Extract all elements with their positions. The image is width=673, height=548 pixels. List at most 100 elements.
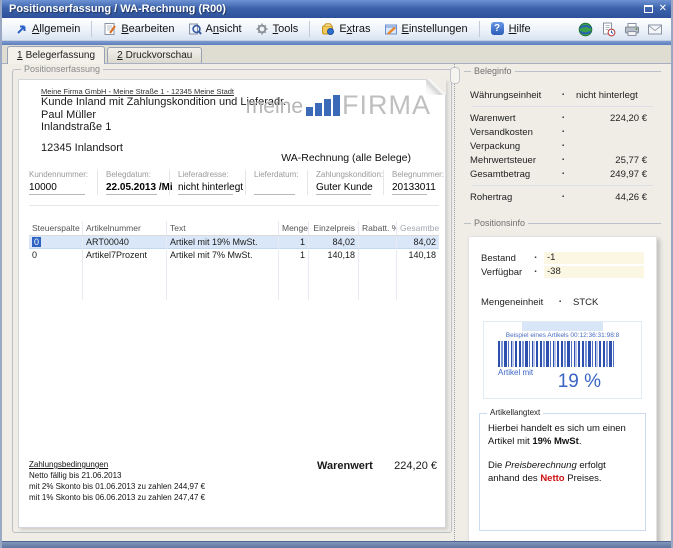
logo-word-meine: meine (246, 98, 303, 117)
payment-line: mit 2% Skonto bis 01.06.2013 zu zahlen 2… (29, 481, 205, 492)
menu-extras[interactable]: Extras (315, 20, 376, 38)
panel-splitter[interactable] (454, 64, 461, 541)
beleginfo-row-versandkosten: Versandkosten ▪ (464, 125, 661, 139)
barcode-header-strip (522, 322, 603, 331)
positionsinfo-row-bestand: Bestand ▪ -1 (469, 251, 656, 265)
positions-table: Steuerspalte Artikelnummer Text Menge Ei… (29, 221, 439, 300)
menu-ansicht[interactable]: Ansicht (182, 20, 248, 38)
recipient-city: 12345 Inlandsort (41, 142, 123, 154)
equals-separator: ▪ (559, 299, 573, 305)
positionsinfo-row-verfuegbar: Verfügbar ▪ -38 (469, 265, 656, 279)
field-lieferdatum: Lieferdatum: (245, 170, 307, 195)
toolbar-separator (479, 21, 480, 37)
recipient-contact: Paul Müller (41, 109, 96, 121)
payment-terms: Zahlungsbedingungen Netto fällig bis 21.… (29, 459, 205, 503)
zahlungskondition-value[interactable]: Guter Kunde (316, 182, 371, 195)
barcode-text-line1: Artikel mit (498, 368, 533, 377)
barcode-text-line2: 19 % (558, 371, 601, 393)
logo-word-firma: FIRMA (342, 94, 431, 117)
lieferadresse-value[interactable]: nicht hinterlegt (178, 182, 233, 195)
notepad-icon (103, 22, 117, 36)
equals-separator: ▪ (562, 115, 576, 121)
artikellangtext-label: Artikellangtext (487, 408, 543, 417)
positionsinfo-caption: Positionsinfo (464, 218, 661, 228)
equals-separator: ▪ (562, 194, 576, 200)
belegdatum-value[interactable]: 22.05.2013 /Mi (106, 182, 157, 195)
logo-barchart-icon (306, 95, 340, 116)
payment-line: mit 1% Skonto bis 06.06.2013 zu zahlen 2… (29, 492, 205, 503)
document-clock-icon[interactable] (600, 21, 617, 37)
kundennummer-value[interactable]: 10000 (29, 182, 85, 195)
printer-icon[interactable] (623, 21, 640, 37)
help-icon: ? (491, 22, 505, 36)
field-belegdatum: Belegdatum: 22.05.2013 /Mi (97, 170, 169, 195)
menu-hilfe[interactable]: ? Hilfe (485, 20, 537, 38)
equals-separator: ▪ (562, 171, 576, 177)
table-empty-grid (29, 262, 439, 300)
beleginfo-row-rohertrag: Rohertrag ▪ 44,26 € (464, 190, 661, 204)
gear-icon (255, 22, 269, 36)
app-window: Positionserfassung / WA-Rechnung (R00) ✕… (0, 0, 673, 548)
beleginfo-row-verpackung: Verpackung ▪ (464, 139, 661, 153)
titlebar: Positionserfassung / WA-Rechnung (R00) ✕ (2, 0, 671, 18)
positionsinfo-card: Bestand ▪ -1 Verfügbar ▪ -38 Mengeneinhe… (468, 236, 657, 541)
artikellangtext-paragraph2: Die Preisberechnung erfolgt anhand des N… (488, 459, 637, 485)
beleginfo-row-gesamtbetrag: Gesamtbetrag ▪ 249,97 € (464, 167, 661, 181)
arrow-up-right-icon (14, 22, 28, 36)
settings-icon (384, 22, 398, 36)
close-icon[interactable]: ✕ (659, 4, 667, 14)
tab-belegerfassung[interactable]: 1 Belegerfassung (7, 46, 105, 64)
company-logo: meine FIRMA (246, 94, 431, 117)
beleginfo-caption: Beleginfo (464, 66, 661, 76)
toolbar-separator (309, 21, 310, 37)
verfuegbar-value: -38 (544, 266, 644, 278)
info-panel: Beleginfo Währungseinheit ▪ nicht hinter… (464, 66, 661, 535)
positionserfassung-group-label: Positionserfassung (21, 64, 103, 74)
menu-einstellungen[interactable]: Einstellungen (378, 20, 474, 38)
beleginfo-row-waehrungseinheit: Währungseinheit ▪ nicht hinterlegt (464, 88, 661, 102)
payment-terms-heading: Zahlungsbedingungen (29, 459, 205, 470)
article-image: Beispiel eines Artikels 00:12:36:31:98:8… (483, 321, 642, 399)
menu-tools[interactable]: Tools (249, 20, 305, 38)
field-kundennummer: Kundennummer: 10000 (29, 170, 97, 195)
toolbar-separator (91, 21, 92, 37)
divider (472, 185, 653, 186)
barcode-caption: Beispiel eines Artikels 00:12:36:31:98:8 (484, 332, 641, 339)
payment-line: Netto fällig bis 21.06.2013 (29, 470, 205, 481)
field-belegnummer: Belegnummer: 20133011 (383, 170, 439, 195)
header-fields: Kundennummer: 10000 Belegdatum: 22.05.20… (29, 170, 439, 206)
beleginfo-row-mehrwertsteuer: Mehrwertsteuer ▪ 25,77 € (464, 153, 661, 167)
window-title: Positionserfassung / WA-Rechnung (R00) (9, 3, 644, 15)
sender-line: Meine Firma GmbH - Meine Straße 1 - 1234… (41, 87, 234, 96)
menu-bearbeiten[interactable]: Bearbeiten (97, 20, 180, 38)
tab-content: Positionserfassung Meine Firma GmbH - Me… (2, 64, 671, 541)
equals-separator: ▪ (562, 92, 576, 98)
artikellangtext-box: Artikellangtext Hierbei handelt es sich … (479, 413, 646, 531)
table-row[interactable]: 0 Artikel7Prozent Artikel mit 7% MwSt. 1… (29, 249, 439, 262)
table-row-selected[interactable]: 0 ART00040 Artikel mit 19% MwSt. 1 84,02… (29, 236, 439, 249)
menu-allgemein[interactable]: Allgemein (8, 20, 86, 38)
equals-separator: ▪ (534, 269, 544, 275)
equals-separator: ▪ (562, 143, 576, 149)
window-bottom-edge (2, 541, 671, 548)
divider (472, 106, 653, 107)
belegnummer-value[interactable]: 20133011 (392, 182, 427, 195)
warenwert-total-value: 224,20 € (394, 460, 437, 472)
equals-separator: ▪ (562, 129, 576, 135)
warenwert-total-label: Warenwert (317, 460, 373, 472)
tab-bar: 1 Belegerfassung 2 Druckvorschau (2, 45, 671, 64)
splitter-grip[interactable] (450, 67, 460, 84)
lieferdatum-value[interactable] (254, 182, 295, 195)
tab-druckvorschau[interactable]: 2 Druckvorschau (107, 47, 202, 63)
mail-icon[interactable] (646, 21, 663, 37)
artikellangtext-paragraph1: Hierbei handelt es sich um einen Artikel… (488, 422, 637, 448)
equals-separator: ▪ (562, 157, 576, 163)
positionsinfo-row-mengeneinheit: Mengeneinheit ▪ STCK (469, 295, 656, 309)
barcode-icon (498, 341, 616, 367)
field-lieferadresse: Lieferadresse: nicht hinterlegt (169, 170, 245, 195)
globe-icon[interactable] (577, 21, 594, 37)
positionserfassung-group: Positionserfassung Meine Firma GmbH - Me… (12, 69, 452, 533)
edit-cell-selection[interactable]: 0 (32, 237, 41, 247)
restore-icon[interactable] (644, 5, 653, 13)
equals-separator: ▪ (534, 255, 544, 261)
